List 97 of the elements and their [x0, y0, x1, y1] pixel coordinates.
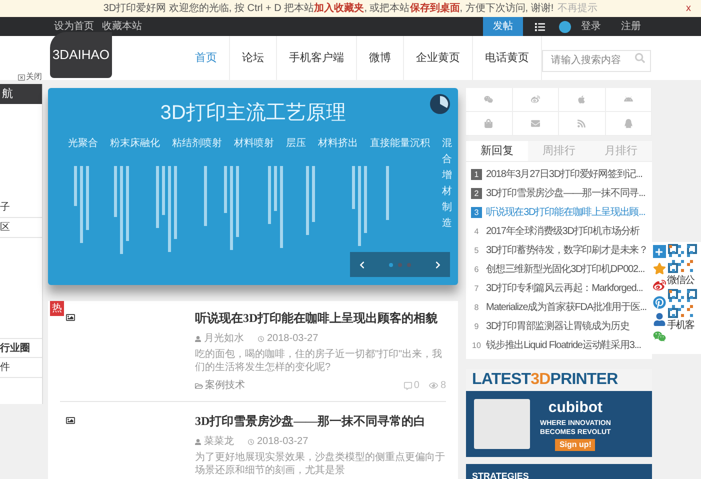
post-button[interactable]: 发帖: [483, 17, 523, 36]
search-field[interactable]: 请输入搜索内容: [542, 50, 651, 72]
comment-icon: [404, 382, 412, 390]
rank-number: 8: [473, 302, 480, 313]
eye-icon: [429, 381, 438, 390]
ranking-link[interactable]: 听说现在3D打印能在咖啡上呈现出顾...: [486, 205, 646, 220]
ranking-link[interactable]: 锐步推出Liquid Floatride运动鞋采用3...: [486, 338, 641, 353]
rss-icon[interactable]: [577, 119, 586, 128]
image-icon: [66, 313, 75, 322]
article-date: 2018-03-27: [267, 332, 318, 346]
pin-icon[interactable]: [652, 296, 666, 309]
banner-title: 3D打印主流工艺原理: [160, 101, 346, 126]
rank-number: 2: [471, 188, 482, 199]
ad-heading: STRATEGIES: [472, 470, 529, 479]
rank-number: 7: [473, 283, 480, 294]
notice-text: 3D打印爱好网 欢迎您的光临, 按 Ctrl + D 把本站加入收藏夹, 或把本站保存到桌面, 方便下次访问, 谢谢!: [103, 2, 554, 16]
ranking-link[interactable]: 创想三维新型光固化3D打印机DP002...: [486, 262, 644, 277]
sidebar-item[interactable]: 子: [0, 198, 42, 218]
view-count: 8: [440, 379, 446, 393]
star-icon[interactable]: [652, 262, 666, 275]
next-icon[interactable]: [434, 260, 442, 268]
android-icon[interactable]: [624, 95, 633, 104]
article-title[interactable]: 听说现在3D打印能在咖啡上呈现出顾客的相貌: [195, 309, 446, 327]
article-title[interactable]: 3D打印雪景房沙盘——那一抹不同寻常的白: [195, 412, 446, 430]
process-category: 材料喷射: [234, 136, 274, 151]
list-icon[interactable]: [535, 22, 545, 32]
close-link[interactable]: 关闭: [26, 71, 42, 83]
process-category: 光聚合: [68, 136, 98, 151]
close-button[interactable]: x: [686, 1, 691, 16]
add-icon[interactable]: [652, 245, 666, 258]
hot-tag: 热: [50, 301, 64, 316]
article-summary: 吃的面包，喝的咖啡，住的房子近一切都"打印"出来，我们的生活将发生怎样的变化呢?: [195, 348, 444, 374]
rank-number: 3: [471, 207, 482, 218]
folder-icon: [195, 382, 203, 390]
nav-tab[interactable]: 首页: [183, 36, 230, 80]
rank-number: 6: [473, 264, 480, 275]
ad-heading: LATEST3DPRINTER: [472, 370, 618, 390]
top-link[interactable]: 收藏本站: [102, 19, 142, 34]
top-link[interactable]: 设为首页: [54, 19, 94, 34]
avatar-icon[interactable]: [559, 20, 571, 32]
apple-icon[interactable]: [577, 95, 586, 104]
rank-number: 4: [473, 226, 480, 237]
clock-icon: [248, 438, 254, 444]
sidebar-heading: 航: [0, 84, 42, 104]
ranking-link[interactable]: 2018年3月27日3D打印爱好网签到记...: [486, 167, 642, 182]
article-summary: 为了更好地展现实景效果，沙盘类模型的侧重点更偏向于场景还原和细节的刻画，尤其是景: [195, 451, 446, 477]
chat-bubbles-icon[interactable]: [652, 330, 666, 343]
login-link[interactable]: 登录: [581, 19, 601, 34]
user-icon: [195, 438, 201, 444]
process-category: 直接能量沉积: [370, 136, 430, 151]
process-category: 粉末床融化: [110, 136, 160, 151]
ad-brand: cubibot: [548, 398, 603, 418]
previous-icon[interactable]: [358, 260, 366, 268]
printer-image: [474, 399, 530, 449]
pie-chart-icon: [430, 94, 450, 114]
qr-label: 手机客: [667, 319, 694, 333]
rank-number: 1: [471, 169, 482, 180]
close-icon[interactable]: [18, 74, 25, 80]
process-category: 层压: [286, 137, 306, 151]
article-date: 2018-03-27: [257, 435, 308, 449]
ranking-link[interactable]: 3D打印雪景房沙盘——那一抹不同寻...: [486, 186, 646, 201]
process-category: 材料挤出: [318, 136, 358, 151]
user-icon: [195, 336, 201, 342]
nav-tab[interactable]: 论坛: [230, 36, 277, 80]
nav-tab[interactable]: 企业黄页: [404, 36, 473, 80]
rank-number: 9: [473, 321, 480, 332]
process-category: 粘结剂喷射: [172, 136, 222, 151]
penguin-icon[interactable]: [624, 119, 633, 128]
search-icon[interactable]: [635, 53, 645, 63]
shopping-bag-icon[interactable]: [484, 119, 494, 128]
qr-code: [667, 288, 698, 319]
nav-tab[interactable]: 手机客户端: [277, 36, 357, 80]
ranking-link[interactable]: 3D打印蓄势待发，数字印刷才是未来？: [486, 243, 648, 258]
process-category: 混合增材制造: [442, 137, 452, 231]
sidebar-item[interactable]: 行业圈: [0, 338, 42, 358]
person-icon[interactable]: [652, 313, 666, 326]
nav-tab[interactable]: 电话黄页: [473, 36, 542, 80]
ranking-link[interactable]: 3D打印专利篇风云再起：Markforged...: [486, 281, 643, 296]
logo[interactable]: 3DAIHAO: [50, 32, 112, 78]
ranking-link[interactable]: Materialize成为首家获FDA批准用于医...: [486, 300, 646, 315]
comment-count: 0: [414, 379, 420, 393]
qr-label: 微信公: [667, 274, 694, 288]
article-category[interactable]: 案例技术: [205, 378, 245, 393]
sidebar-item[interactable]: 件: [0, 358, 42, 378]
ranking-link[interactable]: 2017年全球消费级3D打印机市场分析: [486, 224, 640, 239]
rank-number: 10: [471, 340, 482, 351]
rank-number: 5: [473, 245, 480, 256]
ad-banner[interactable]: STRATEGIES: [466, 464, 652, 479]
sidebar-item[interactable]: 区: [0, 218, 42, 238]
chat-bubbles-icon[interactable]: [484, 95, 494, 104]
register-link[interactable]: 注册: [621, 19, 641, 34]
ranking-link[interactable]: 3D打印胃部监测器让胃镜成为历史: [486, 319, 630, 334]
social-logo-icon[interactable]: [652, 279, 666, 292]
clock-icon: [258, 336, 264, 342]
image-icon: [66, 416, 75, 425]
envelope-icon[interactable]: [530, 119, 540, 128]
nav-tab[interactable]: 微博: [357, 36, 404, 80]
